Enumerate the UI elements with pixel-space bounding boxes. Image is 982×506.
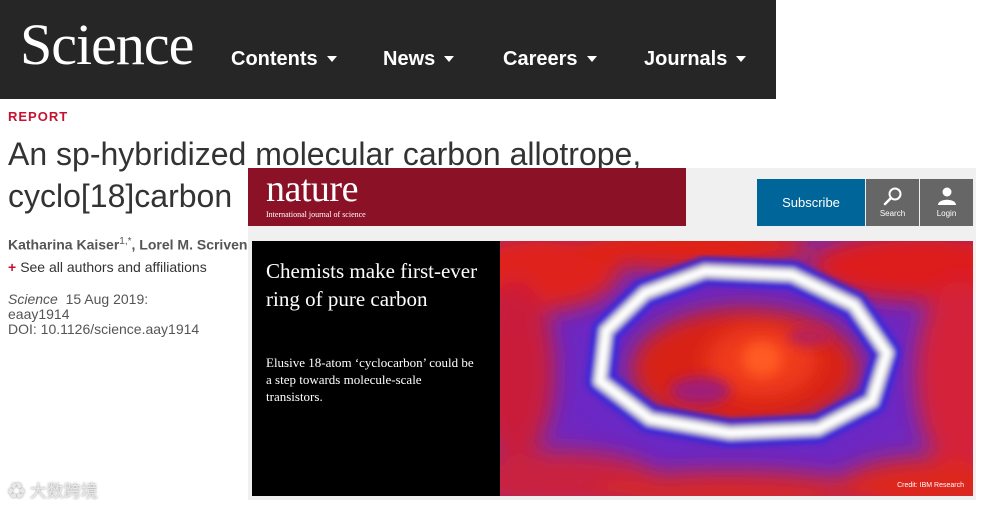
- nav-careers[interactable]: Careers: [503, 48, 597, 71]
- story-headline[interactable]: Chemists make first-ever ring of pure ca…: [266, 257, 491, 313]
- plus-icon: +: [8, 259, 17, 275]
- science-header: Science Contents News Careers Journals: [0, 0, 776, 99]
- subscribe-button[interactable]: Subscribe: [757, 179, 865, 226]
- nature-logo[interactable]: nature: [266, 169, 358, 210]
- nav-contents-label: Contents: [231, 48, 318, 70]
- search-button[interactable]: Search: [866, 179, 919, 226]
- chevron-down-icon: [736, 55, 747, 62]
- nature-panel: nature International journal of science …: [248, 168, 976, 500]
- nav-journals[interactable]: Journals: [644, 48, 747, 71]
- science-logo[interactable]: Science: [20, 16, 194, 74]
- user-icon: [938, 187, 956, 205]
- publication-date: 15 Aug 2019:: [65, 291, 149, 307]
- story-text-panel: Chemists make first-ever ring of pure ca…: [252, 241, 500, 496]
- author-list: Katharina Kaiser1,*, Lorel M. Scriven2,: [8, 236, 256, 253]
- article-title-line2: cyclo[18]carbon: [8, 178, 233, 214]
- nav-contents[interactable]: Contents: [231, 48, 337, 71]
- watermark-text: 大数跨境: [29, 482, 98, 501]
- nature-tagline: International journal of science: [266, 210, 366, 219]
- watermark-logo-icon: ♻: [8, 482, 25, 501]
- nav-news[interactable]: News: [383, 48, 455, 71]
- image-credit: Credit: IBM Research: [897, 482, 964, 489]
- search-label: Search: [879, 209, 906, 218]
- watermark: ♻ 大数跨境: [8, 477, 98, 502]
- nav-careers-label: Careers: [503, 48, 578, 70]
- doi[interactable]: DOI: 10.1126/science.aay1914: [8, 322, 199, 337]
- article-id: eaay1914: [8, 306, 70, 322]
- login-label: Login: [936, 209, 957, 218]
- author-link[interactable]: Lorel M. Scriven: [139, 237, 247, 253]
- chevron-down-icon: [326, 55, 337, 62]
- journal-name: Science: [8, 291, 58, 307]
- nav-journals-label: Journals: [644, 48, 728, 70]
- see-all-authors-label: See all authors and affiliations: [20, 259, 207, 275]
- featured-story[interactable]: Chemists make first-ever ring of pure ca…: [252, 241, 973, 496]
- see-all-authors-link[interactable]: + See all authors and affiliations: [8, 259, 207, 275]
- story-standfirst: Elusive 18-atom ‘cyclocarbon’ could be a…: [266, 355, 474, 404]
- chevron-down-icon: [586, 55, 597, 62]
- nav-news-label: News: [383, 48, 436, 70]
- author-link[interactable]: Katharina Kaiser: [8, 237, 119, 253]
- search-icon: [883, 187, 902, 206]
- chevron-down-icon: [444, 55, 455, 62]
- article-type-label: REPORT: [8, 109, 69, 124]
- nature-header: nature International journal of science: [248, 168, 686, 226]
- login-button[interactable]: Login: [920, 179, 973, 226]
- author-affiliation-marker: 1,*: [119, 236, 132, 247]
- article-title-line1: An sp-hybridized molecular carbon allotr…: [8, 136, 642, 172]
- cyclocarbon-image: Credit: IBM Research: [500, 241, 973, 496]
- publication-info: Science 15 Aug 2019: eaay1914 DOI: 10.11…: [8, 292, 199, 337]
